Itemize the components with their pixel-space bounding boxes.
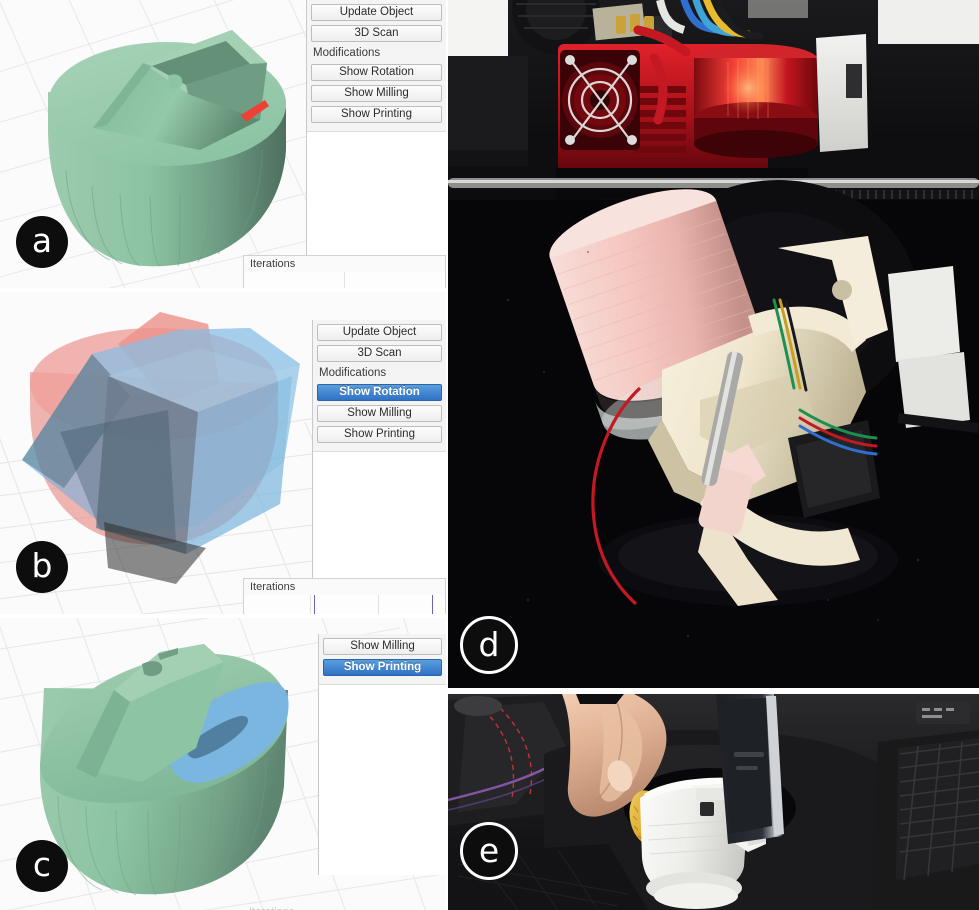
iterations-label: Iterations bbox=[250, 258, 296, 270]
iterations-label: Iterations bbox=[250, 581, 296, 593]
show-rotation-button[interactable]: Show Rotation bbox=[317, 384, 442, 401]
iteration-cell[interactable] bbox=[310, 595, 377, 614]
panel-a-toolpanel: Update Object 3D Scan Modifications Show… bbox=[306, 0, 446, 288]
iteration-cell[interactable] bbox=[244, 272, 344, 288]
panel-b: Update Object 3D Scan Modifications Show… bbox=[0, 292, 446, 614]
show-printing-button[interactable]: Show Printing bbox=[311, 106, 442, 123]
iteration-cell[interactable] bbox=[244, 595, 310, 614]
panel-label-d: d bbox=[460, 616, 518, 674]
panel-a-iterations: Iterations bbox=[243, 255, 446, 288]
iterations-label: Iterations bbox=[243, 904, 446, 910]
panel-e: e bbox=[448, 694, 979, 910]
show-printing-button[interactable]: Show Printing bbox=[323, 659, 442, 676]
iterations-cells[interactable] bbox=[244, 272, 445, 288]
modifications-label: Modifications bbox=[313, 47, 381, 59]
panel-c-toolpanel: Show Milling Show Printing bbox=[318, 634, 446, 875]
panel-label-c: c bbox=[16, 840, 68, 892]
show-rotation-button[interactable]: Show Rotation bbox=[311, 64, 442, 81]
iteration-marker bbox=[432, 595, 433, 614]
iterations-cells[interactable] bbox=[244, 595, 445, 614]
panel-label-a: a bbox=[16, 216, 68, 268]
panel-d-photograph bbox=[448, 0, 979, 688]
3d-scan-button[interactable]: 3D Scan bbox=[311, 25, 442, 42]
iteration-cell[interactable] bbox=[377, 595, 445, 614]
show-milling-button[interactable]: Show Milling bbox=[317, 405, 442, 422]
iteration-cell[interactable] bbox=[344, 272, 445, 288]
panel-c-iterations: Iterations bbox=[243, 904, 446, 910]
panel-label-b: b bbox=[16, 541, 68, 593]
show-milling-button[interactable]: Show Milling bbox=[311, 85, 442, 102]
modifications-label: Modifications bbox=[319, 367, 387, 379]
panel-b-toolpanel: Update Object 3D Scan Modifications Show… bbox=[312, 320, 446, 614]
3d-scan-button[interactable]: 3D Scan bbox=[317, 345, 442, 362]
figure-root: Update Object 3D Scan Modifications Show… bbox=[0, 0, 979, 910]
update-object-button[interactable]: Update Object bbox=[317, 324, 442, 341]
panel-b-iterations: Iterations bbox=[243, 578, 446, 614]
panel-c: Show Milling Show Printing Iterations c bbox=[0, 618, 446, 910]
update-object-button[interactable]: Update Object bbox=[311, 4, 442, 21]
show-milling-button[interactable]: Show Milling bbox=[323, 638, 442, 655]
panel-e-photograph bbox=[448, 694, 979, 910]
panel-a: Update Object 3D Scan Modifications Show… bbox=[0, 0, 446, 288]
panel-d: d bbox=[448, 0, 979, 688]
panel-label-e: e bbox=[460, 822, 518, 880]
show-printing-button[interactable]: Show Printing bbox=[317, 426, 442, 443]
iteration-marker bbox=[314, 595, 315, 614]
toolpanel-empty-area bbox=[319, 684, 446, 875]
